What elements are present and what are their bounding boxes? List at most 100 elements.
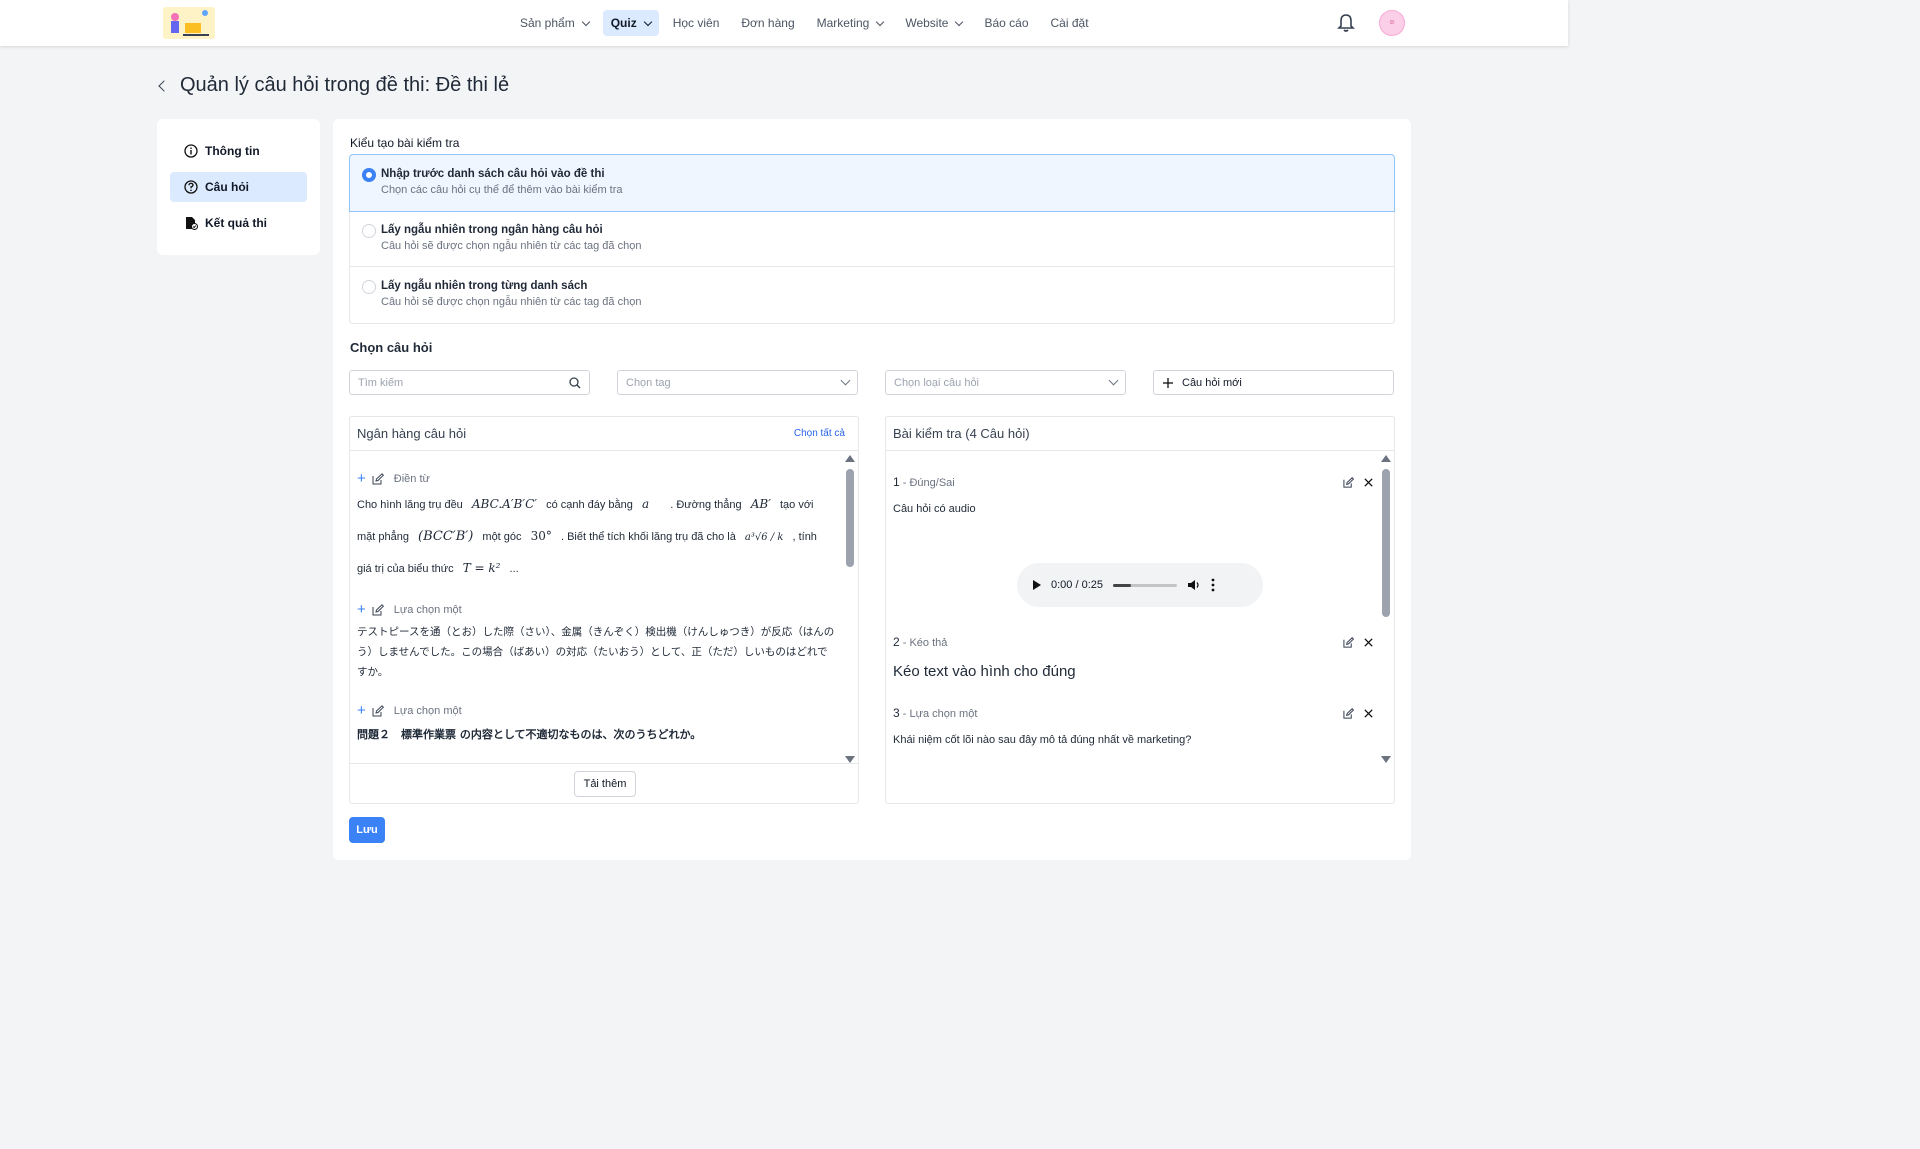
chevron-down-icon (955, 17, 964, 26)
edit-icon[interactable] (1343, 636, 1354, 648)
question-text: Khái niệm cốt lõi nào sau đây mô tả đúng… (893, 734, 1192, 746)
audio-progress-slider[interactable] (1113, 583, 1177, 587)
search-placeholder: Tìm kiếm (358, 376, 404, 389)
nav-website[interactable]: Website (897, 10, 970, 36)
test-scrollbar[interactable] (1381, 455, 1391, 763)
avatar[interactable]: ☺ (1379, 10, 1405, 36)
sidebar-item-label: Thông tin (205, 144, 260, 158)
search-input[interactable]: Tìm kiếm (349, 370, 590, 395)
load-more-button[interactable]: Tải thêm (574, 771, 636, 797)
question-text: Câu hỏi có audio (893, 503, 976, 515)
radio-option-desc: Câu hỏi sẽ được chọn ngẫu nhiên từ các t… (381, 240, 642, 252)
info-icon (184, 144, 198, 158)
volume-icon[interactable] (1187, 578, 1201, 592)
question-meta: + Điền từ (357, 471, 837, 486)
math-text-segment: ... (509, 563, 519, 575)
question-text: Kéo text vào hình cho đúng (893, 663, 1076, 680)
bank-scrollbar[interactable] (845, 455, 855, 763)
math-text-segment: tạo với (780, 499, 814, 511)
math-expr: 30° (530, 529, 552, 543)
nav-label: Marketing (816, 16, 870, 30)
radio-option-manual[interactable]: Nhập trước danh sách câu hỏi vào đề thi … (349, 154, 1395, 212)
question-actions (1343, 476, 1374, 488)
add-question-icon[interactable]: + (357, 471, 366, 486)
audio-time: 0:00 / 0:25 (1051, 579, 1103, 591)
top-navbar: Sản phẩm Quiz Học viên Đơn hàng Marketin… (0, 0, 1568, 46)
question-type: Lựa chọn một (909, 708, 978, 720)
math-expr: a³√6 / k (744, 532, 784, 543)
chevron-down-icon (1108, 375, 1119, 386)
more-options-icon[interactable] (1211, 578, 1215, 592)
tag-placeholder: Chọn tag (626, 376, 671, 389)
nav-hoc-vien[interactable]: Học viên (665, 10, 728, 36)
radio-button[interactable] (362, 224, 376, 238)
edit-icon[interactable] (372, 473, 384, 485)
add-question-icon[interactable]: + (357, 602, 366, 617)
logo[interactable] (163, 7, 215, 39)
question-type: Kéo thả (909, 637, 948, 649)
question-number: 1 (893, 475, 900, 489)
select-all-link[interactable]: Chọn tất cả (794, 428, 845, 439)
test-title: Bài kiểm tra (4 Câu hỏi) (893, 426, 1030, 441)
question-type: Lựa chọn một (393, 604, 462, 616)
bank-question: + Lựa chọn một 問題２ 標準作業票 の内容として不適切なものは、次… (357, 703, 837, 745)
nav-label: Đơn hàng (741, 16, 795, 30)
radio-option-title: Lấy ngẫu nhiên trong từng danh sách (381, 280, 588, 292)
scroll-down-arrow-icon[interactable] (1381, 756, 1391, 763)
math-expr: T = k² (462, 561, 501, 575)
sidebar-item-cau-hoi[interactable]: Câu hỏi (170, 172, 307, 202)
question-bank-title: Ngân hàng câu hỏi (357, 426, 467, 441)
chevron-down-icon (581, 17, 590, 26)
save-button[interactable]: Lưu (349, 817, 385, 843)
radio-button-selected[interactable] (362, 168, 376, 182)
play-icon[interactable] (1033, 580, 1041, 590)
back-chevron-icon[interactable] (158, 79, 170, 92)
question-actions (1343, 636, 1374, 648)
nav-cai-dat[interactable]: Cài đặt (1043, 10, 1097, 36)
math-expr: (BCC′B′) (418, 529, 474, 544)
test-header: Bài kiểm tra (4 Câu hỏi) (886, 417, 1394, 451)
question-text: Cho hình lăng trụ đều ABC.A′B′C′ có cạnh… (357, 493, 837, 516)
scroll-up-arrow-icon[interactable] (845, 455, 855, 462)
sidebar-item-ket-qua-thi[interactable]: Kết quả thi (170, 208, 307, 238)
radio-option-random-bank[interactable]: Lấy ngẫu nhiên trong ngân hàng câu hỏi C… (350, 211, 1394, 267)
tag-select[interactable]: Chọn tag (617, 370, 858, 395)
radio-option-random-list[interactable]: Lấy ngẫu nhiên trong từng danh sách Câu … (350, 267, 1394, 323)
sidebar: Thông tin Câu hỏi Kết quả thi (157, 119, 320, 255)
nav-don-hang[interactable]: Đơn hàng (733, 10, 802, 36)
scrollbar-thumb[interactable] (846, 469, 854, 567)
test-panel: Bài kiểm tra (4 Câu hỏi) 1 - Đúng/Sai Câ… (885, 416, 1395, 804)
question-type-placeholder: Chọn loại câu hỏi (894, 376, 980, 389)
scrollbar-thumb[interactable] (1382, 469, 1390, 617)
nav-label: Quiz (610, 16, 637, 30)
nav-label: Website (905, 16, 949, 30)
edit-icon[interactable] (372, 705, 384, 717)
nav-quiz[interactable]: Quiz (602, 10, 659, 36)
test-question-head: 2 - Kéo thả (893, 635, 1374, 649)
test-type-label: Kiểu tạo bài kiểm tra (350, 136, 460, 150)
add-question-icon[interactable]: + (357, 703, 366, 718)
question-type-select[interactable]: Chọn loại câu hỏi (885, 370, 1126, 395)
close-icon[interactable] (1363, 477, 1374, 488)
edit-icon[interactable] (1343, 476, 1354, 488)
new-question-button[interactable]: Câu hỏi mới (1153, 370, 1394, 395)
edit-icon[interactable] (1343, 707, 1354, 719)
bell-icon[interactable] (1337, 13, 1355, 33)
nav-san-pham[interactable]: Sản phẩm (512, 10, 597, 36)
chevron-down-icon (643, 17, 652, 26)
scroll-down-arrow-icon[interactable] (845, 756, 855, 763)
nav-marketing[interactable]: Marketing (809, 10, 892, 36)
close-icon[interactable] (1363, 708, 1374, 719)
nav-label: Báo cáo (984, 16, 1029, 30)
question-number: 2 (893, 635, 900, 649)
main-nav: Sản phẩm Quiz Học viên Đơn hàng Marketin… (512, 10, 1103, 36)
math-text-segment: , tính (792, 531, 817, 543)
scroll-up-arrow-icon[interactable] (1381, 455, 1391, 462)
edit-icon[interactable] (372, 604, 384, 616)
sidebar-item-thong-tin[interactable]: Thông tin (170, 136, 307, 166)
nav-bao-cao[interactable]: Báo cáo (976, 10, 1036, 36)
audio-player: 0:00 / 0:25 (1017, 563, 1263, 607)
close-icon[interactable] (1363, 637, 1374, 648)
divider (350, 763, 858, 764)
radio-button[interactable] (362, 280, 376, 294)
